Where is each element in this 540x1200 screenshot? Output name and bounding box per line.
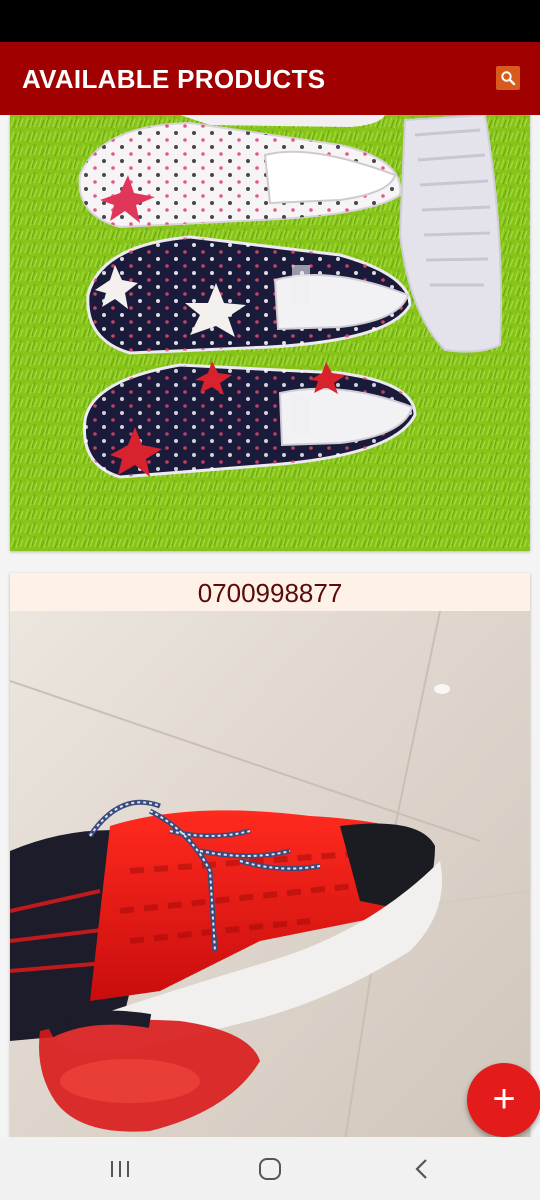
add-product-button[interactable]: + bbox=[467, 1063, 540, 1137]
product-card[interactable] bbox=[10, 115, 530, 551]
system-nav-bar bbox=[0, 1137, 540, 1200]
product-image[interactable] bbox=[10, 611, 530, 1137]
product-image[interactable] bbox=[10, 115, 530, 551]
page-title: AVAILABLE PRODUCTS bbox=[22, 64, 326, 94]
product-phone: 0700998877 bbox=[10, 573, 530, 611]
recents-button[interactable] bbox=[70, 1137, 170, 1200]
product-list[interactable]: 0700998877 bbox=[0, 115, 540, 1137]
app-bar: AVAILABLE PRODUCTS bbox=[0, 42, 540, 115]
back-icon bbox=[415, 1159, 427, 1179]
home-button[interactable] bbox=[220, 1137, 320, 1200]
recents-icon bbox=[111, 1161, 129, 1177]
home-icon bbox=[259, 1158, 281, 1180]
search-button[interactable] bbox=[496, 66, 520, 90]
add-icon: + bbox=[492, 1077, 516, 1121]
status-bar bbox=[0, 0, 540, 42]
back-button[interactable] bbox=[372, 1137, 472, 1200]
product-card[interactable]: 0700998877 bbox=[10, 573, 530, 1137]
search-icon bbox=[501, 71, 516, 86]
